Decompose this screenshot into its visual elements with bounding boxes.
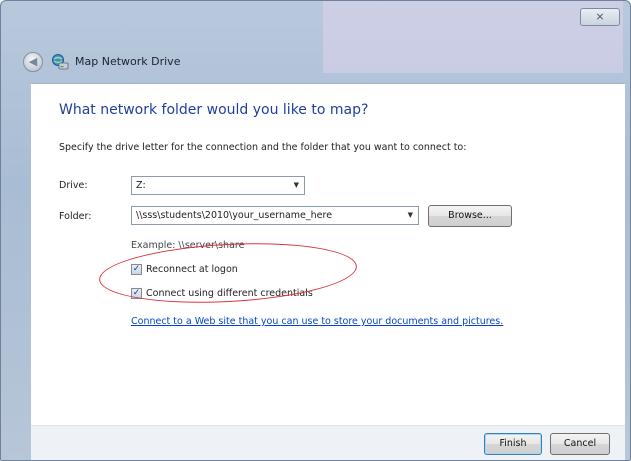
chevron-down-icon: ▼ bbox=[407, 211, 413, 219]
back-button[interactable]: ◀ bbox=[23, 52, 43, 72]
folder-combo[interactable]: \\sss\students\2010\your_username_here ▼ bbox=[131, 206, 419, 225]
chevron-down-icon: ▼ bbox=[293, 181, 299, 189]
window-title: Map Network Drive bbox=[75, 55, 181, 68]
map-network-drive-window: ⨯ ◀ Map Network Drive What network folde… bbox=[0, 0, 631, 461]
dialog-content: What network folder would you like to ma… bbox=[31, 83, 625, 425]
drive-select-value: Z: bbox=[136, 180, 146, 191]
folder-label: Folder: bbox=[59, 211, 92, 222]
folder-combo-value: \\sss\students\2010\your_username_here bbox=[136, 210, 333, 221]
web-site-link[interactable]: Connect to a Web site that you can use t… bbox=[131, 316, 503, 327]
dialog-heading: What network folder would you like to ma… bbox=[59, 102, 369, 118]
close-icon: ⨯ bbox=[595, 10, 605, 23]
instruction-text: Specify the drive letter for the connect… bbox=[59, 142, 467, 153]
background-document-text bbox=[319, 7, 619, 62]
dialog-footer: Finish Cancel bbox=[31, 425, 625, 460]
drive-select[interactable]: Z: ▼ bbox=[131, 176, 305, 195]
network-drive-icon bbox=[52, 54, 69, 70]
browse-button[interactable]: Browse... bbox=[428, 205, 512, 227]
drive-label: Drive: bbox=[59, 180, 88, 191]
close-button[interactable]: ⨯ bbox=[580, 8, 620, 26]
back-arrow-icon: ◀ bbox=[28, 55, 38, 68]
cancel-button[interactable]: Cancel bbox=[550, 433, 610, 455]
finish-button[interactable]: Finish bbox=[484, 433, 542, 455]
